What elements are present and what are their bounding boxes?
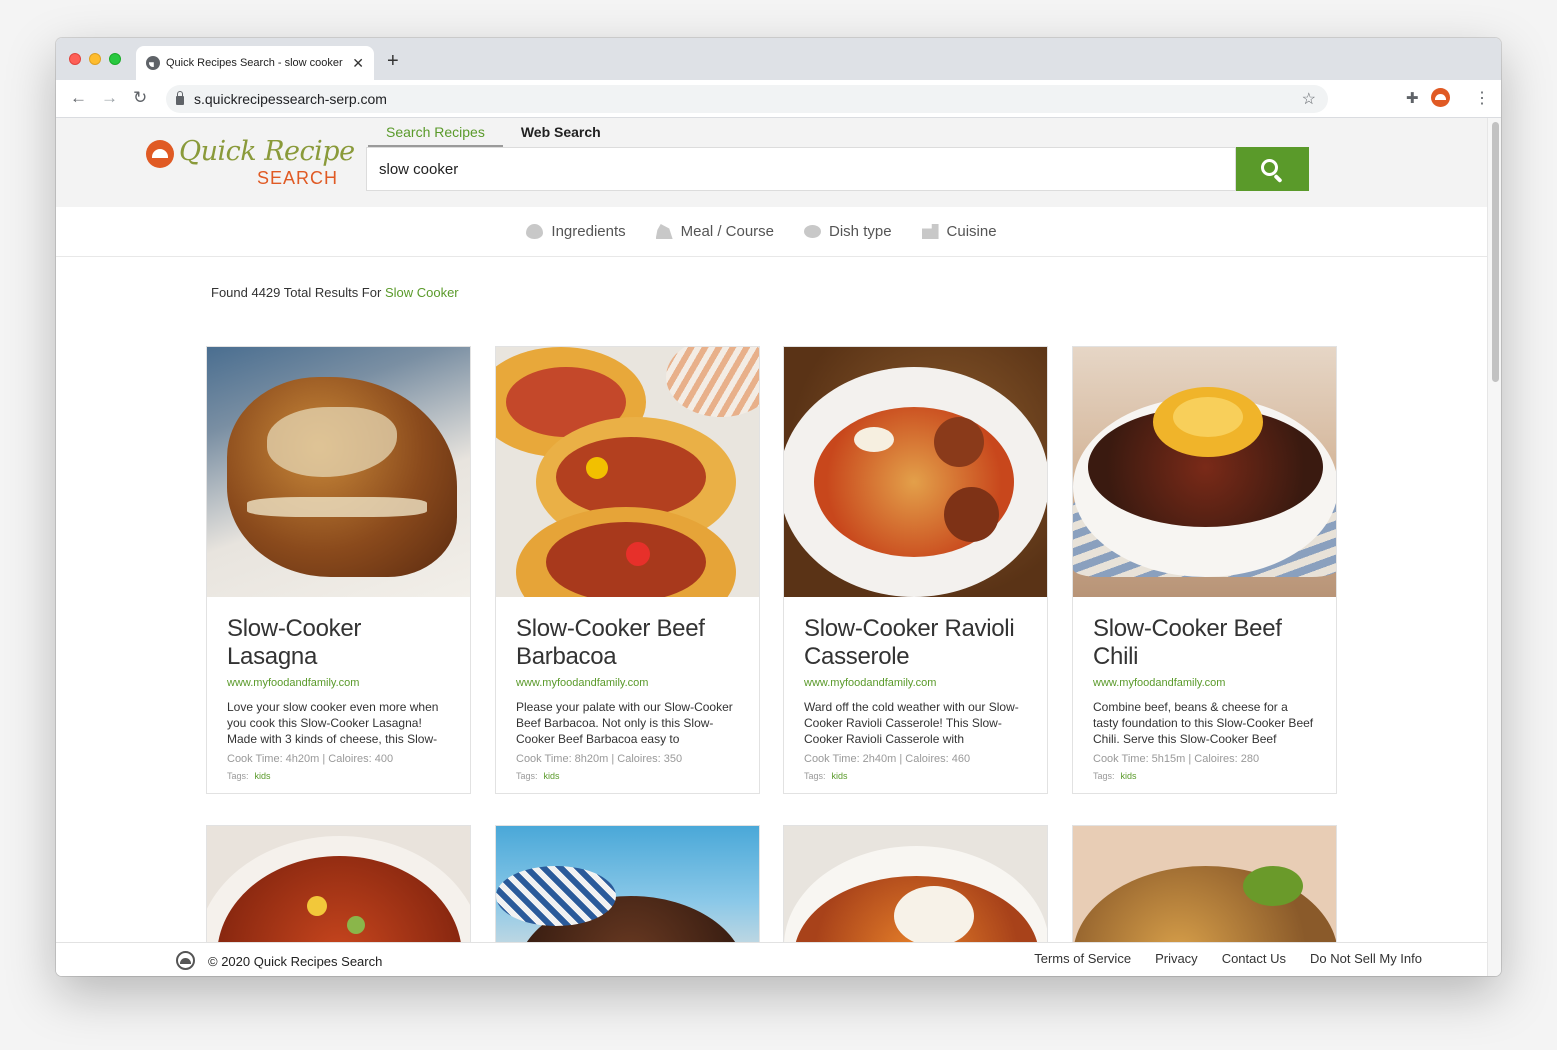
search-type-tabs: Search Recipes Web Search (368, 118, 619, 147)
filter-label: Dish type (829, 223, 892, 240)
recipe-description: Combine beef, beans & cheese for a tasty… (1093, 700, 1314, 746)
site-logo[interactable]: Quick Recipe SEARCH (146, 136, 355, 191)
recipe-description: Ward off the cold weather with our Slow-… (804, 700, 1019, 746)
cuisine-icon (921, 224, 939, 239)
recipe-card[interactable]: Slow-Cooker Beef Barbacoa www.myfoodandf… (495, 346, 760, 794)
browser-tab[interactable]: Quick Recipes Search - slow cooker ✕ (136, 46, 374, 80)
recipe-photo[interactable] (496, 347, 759, 597)
extensions-puzzle-icon[interactable]: ✚ (1406, 89, 1419, 107)
card-body: Slow-Cooker Beef Barbacoa www.myfoodandf… (496, 597, 759, 793)
site-footer: © 2020 Quick Recipes Search Terms of Ser… (56, 942, 1487, 976)
browser-toolbar: ← → ↻ s.quickrecipessearch-serp.com ☆ ✚ … (56, 80, 1501, 118)
footer-link-privacy[interactable]: Privacy (1155, 951, 1198, 966)
back-arrow-icon[interactable]: ← (70, 88, 87, 108)
browser-menu-icon[interactable]: ⋮ (1474, 88, 1490, 108)
recipe-card[interactable]: Slow-Cooker Lasagna www.myfoodandfamily.… (206, 346, 471, 794)
site-header: Quick Recipe SEARCH Search Recipes Web S… (56, 118, 1487, 207)
recipe-tags: Tags: kids (804, 771, 1027, 781)
page-scrollbar[interactable] (1487, 118, 1501, 976)
recipe-title[interactable]: Slow-Cooker Ravioli Casserole (804, 615, 1027, 673)
filter-dish-type[interactable]: Dish type (804, 223, 892, 240)
meal-course-icon (655, 224, 673, 239)
tab-bar: Quick Recipes Search - slow cooker ✕ + (56, 38, 1501, 80)
card-body: Slow-Cooker Beef Chili www.myfoodandfami… (1073, 597, 1336, 793)
maximize-window-button[interactable] (109, 53, 121, 65)
results-query[interactable]: Slow Cooker (385, 285, 459, 300)
recipe-meta: Cook Time: 2h40m | Caloires: 460 (804, 753, 971, 765)
tab-search-recipes[interactable]: Search Recipes (368, 118, 503, 147)
tag-link[interactable]: kids (544, 771, 560, 781)
recipe-meta: Cook Time: 4h20m | Caloires: 400 (227, 753, 394, 765)
filter-label: Meal / Course (680, 223, 775, 240)
quick-recipe-extension-icon[interactable] (1431, 88, 1450, 107)
card-body: Slow-Cooker Lasagna www.myfoodandfamily.… (207, 597, 470, 793)
recipe-tags: Tags: kids (227, 771, 450, 781)
recipe-photo[interactable] (784, 347, 1047, 597)
logo-word-text: SEARCH (256, 168, 338, 188)
footer-links: Terms of Service Privacy Contact Us Do N… (1034, 951, 1422, 966)
close-window-button[interactable] (69, 53, 81, 65)
copyright: © 2020 Quick Recipes Search (208, 954, 383, 969)
reload-icon[interactable]: ↻ (133, 88, 147, 108)
minimize-window-button[interactable] (89, 53, 101, 65)
recipe-meta: Cook Time: 8h20m | Caloires: 350 (516, 753, 683, 765)
recipe-photo[interactable] (1073, 347, 1336, 597)
filter-label: Ingredients (551, 223, 626, 240)
recipe-source[interactable]: www.myfoodandfamily.com (227, 677, 450, 689)
tag-link[interactable]: kids (832, 771, 848, 781)
forward-arrow-icon[interactable]: → (101, 88, 118, 108)
recipe-title[interactable]: Slow-Cooker Beef Barbacoa (516, 615, 739, 673)
recipe-description: Please your palate with our Slow-Cooker … (516, 700, 733, 746)
scrollbar-thumb[interactable] (1492, 122, 1499, 382)
card-body: Slow-Cooker Ravioli Casserole www.myfood… (784, 597, 1047, 793)
recipe-photo[interactable] (207, 347, 470, 597)
recipe-meta: Cook Time: 5h15m | Caloires: 280 (1093, 753, 1260, 765)
new-tab-button[interactable]: + (387, 50, 399, 73)
filter-ingredients[interactable]: Ingredients (526, 223, 626, 240)
url-text: s.quickrecipessearch-serp.com (194, 91, 387, 107)
recipe-card[interactable]: Slow-Cooker Ravioli Casserole www.myfood… (783, 346, 1048, 794)
tags-label: Tags: (1093, 771, 1115, 781)
recipe-tags: Tags: kids (1093, 771, 1316, 781)
ingredients-icon (526, 224, 544, 239)
tag-link[interactable]: kids (1121, 771, 1137, 781)
page-content: Quick Recipe SEARCH Search Recipes Web S… (56, 118, 1487, 976)
dish-type-icon (804, 225, 822, 238)
recipe-title[interactable]: Slow-Cooker Lasagna (227, 615, 450, 673)
recipe-card[interactable]: Slow-Cooker Beef Chili www.myfoodandfami… (1072, 346, 1337, 794)
recipe-tags: Tags: kids (516, 771, 739, 781)
recipe-source[interactable]: www.myfoodandfamily.com (516, 677, 739, 689)
filter-cuisine[interactable]: Cuisine (921, 223, 997, 240)
filter-meal-course[interactable]: Meal / Course (655, 223, 775, 240)
recipe-source[interactable]: www.myfoodandfamily.com (804, 677, 1027, 689)
address-bar[interactable]: s.quickrecipessearch-serp.com ☆ (166, 85, 1328, 113)
footer-logo-icon (176, 951, 195, 970)
tags-label: Tags: (804, 771, 826, 781)
tag-link[interactable]: kids (255, 771, 271, 781)
results-count: Found 4429 Total Results For Slow Cooker (211, 285, 459, 300)
filter-label: Cuisine (946, 223, 997, 240)
tags-label: Tags: (227, 771, 249, 781)
filter-bar: Ingredients Meal / Course Dish type Cuis… (56, 207, 1487, 257)
footer-link-terms[interactable]: Terms of Service (1034, 951, 1131, 966)
globe-icon (146, 56, 160, 70)
cloche-logo-icon (146, 140, 174, 168)
search-button[interactable] (1236, 147, 1309, 191)
footer-link-contact[interactable]: Contact Us (1222, 951, 1286, 966)
tab-web-search[interactable]: Web Search (503, 118, 619, 147)
search-input[interactable]: slow cooker (366, 147, 1236, 191)
tags-label: Tags: (516, 771, 538, 781)
tab-title: Quick Recipes Search - slow cooker (166, 57, 343, 69)
footer-link-do-not-sell[interactable]: Do Not Sell My Info (1310, 951, 1422, 966)
search-icon-handle (1273, 173, 1283, 184)
bookmark-star-icon[interactable]: ☆ (1302, 89, 1316, 109)
recipe-description: Love your slow cooker even more when you… (227, 700, 439, 746)
lock-icon (176, 91, 184, 105)
results-prefix: Found 4429 Total Results For (211, 285, 382, 300)
recipe-source[interactable]: www.myfoodandfamily.com (1093, 677, 1316, 689)
tab-close-icon[interactable]: ✕ (352, 55, 364, 72)
browser-window: Quick Recipes Search - slow cooker ✕ + ←… (56, 38, 1501, 976)
logo-script-text: Quick Recipe (179, 136, 355, 167)
recipe-title[interactable]: Slow-Cooker Beef Chili (1093, 615, 1316, 673)
